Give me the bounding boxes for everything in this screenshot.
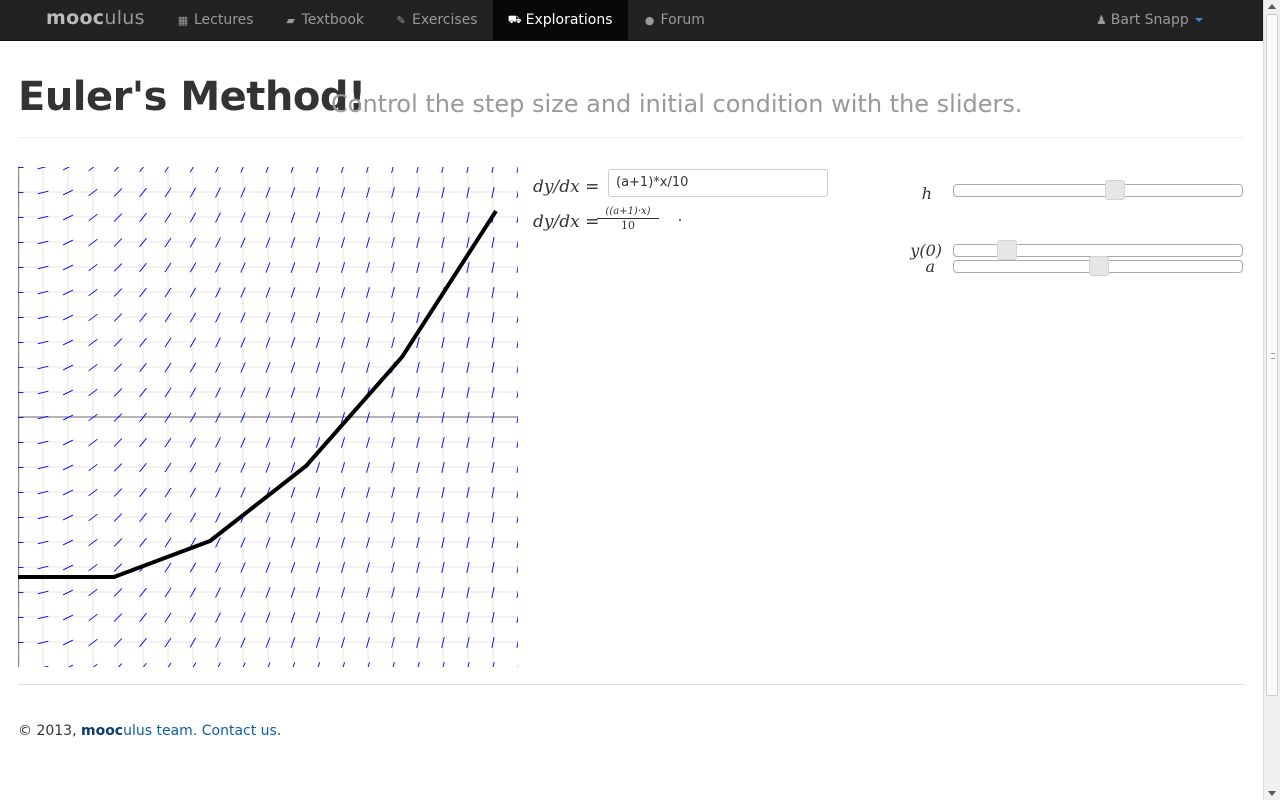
slope-field-graph[interactable] xyxy=(18,167,518,667)
equation-input[interactable]: (a+1)*x/10 xyxy=(608,169,828,197)
slider-h-label: h xyxy=(921,184,932,203)
contact-link[interactable]: Contact us. xyxy=(202,723,282,739)
grip-icon xyxy=(1271,353,1275,359)
footer-brand-bold: mooc xyxy=(80,723,124,739)
brand-logo[interactable]: mooculus xyxy=(46,7,145,29)
euler-path xyxy=(18,209,498,579)
main-nav: ▦ Lectures ▰ Textbook ✎ Exercises ⛟ Expl… xyxy=(161,0,720,40)
user-name: Bart Snapp xyxy=(1110,12,1189,28)
footer-divider xyxy=(18,684,1243,685)
nav-explorations-label: Explorations xyxy=(525,12,613,28)
nav-lectures[interactable]: ▦ Lectures xyxy=(161,0,269,40)
render-dot xyxy=(679,219,681,221)
rendered-equation-label: dy/dx = xyxy=(533,212,600,232)
caret-down-icon xyxy=(1194,18,1203,22)
comments-icon: ● xyxy=(644,13,655,27)
slider-h-handle[interactable] xyxy=(1105,180,1126,200)
film-icon: ▦ xyxy=(177,13,189,27)
slope-field xyxy=(18,167,518,667)
book-icon: ▰ xyxy=(286,13,295,27)
footer-brand-link[interactable]: mooculus xyxy=(81,723,152,739)
footer-brand-rest: ulus xyxy=(123,723,153,739)
footer-team-text: team. xyxy=(152,723,198,739)
slider-a-handle[interactable] xyxy=(1089,256,1109,276)
brand-bold: mooc xyxy=(46,7,105,29)
slider-a[interactable] xyxy=(953,256,1243,276)
nav-explorations[interactable]: ⛟ Explorations xyxy=(492,0,628,40)
fraction-numerator: ((a+1)·x) xyxy=(597,206,659,219)
slider-h[interactable] xyxy=(953,180,1243,200)
nav-textbook-label: Textbook xyxy=(301,12,365,28)
user-menu[interactable]: ♟ Bart Snapp xyxy=(1096,0,1203,40)
equation-label: dy/dx = xyxy=(533,177,600,197)
rendered-equation-fraction: ((a+1)·x) 10 xyxy=(597,206,659,232)
footer-copyright: © 2013, xyxy=(18,723,81,739)
scroll-down-icon[interactable] xyxy=(1268,791,1276,796)
pencil-icon: ✎ xyxy=(396,13,406,27)
nav-lectures-label: Lectures xyxy=(194,12,254,28)
fraction-denominator: 10 xyxy=(621,219,635,232)
page-title: Euler's Method! xyxy=(18,74,366,120)
nav-forum-label: Forum xyxy=(660,12,705,28)
nav-forum[interactable]: ● Forum xyxy=(628,0,720,40)
page-header: Euler's Method! Control the step size an… xyxy=(18,74,1243,138)
truck-icon: ⛟ xyxy=(507,12,522,26)
top-navbar: mooculus ▦ Lectures ▰ Textbook ✎ Exercis… xyxy=(0,0,1263,41)
nav-textbook[interactable]: ▰ Textbook xyxy=(269,0,379,40)
nav-exercises-label: Exercises xyxy=(412,12,478,28)
slope-segment xyxy=(517,665,518,667)
slope-segment xyxy=(516,167,518,173)
nav-exercises[interactable]: ✎ Exercises xyxy=(379,0,493,40)
vertical-scrollbar[interactable] xyxy=(1263,0,1280,800)
footer: © 2013, mooculus team. Contact us. xyxy=(18,723,281,739)
scrollbar-thumb[interactable] xyxy=(1266,14,1278,696)
scroll-up-icon[interactable] xyxy=(1268,4,1276,9)
page-subtitle: Control the step size and initial condit… xyxy=(331,90,1023,118)
slider-a-label: a xyxy=(925,257,935,276)
brand-rest: ulus xyxy=(104,7,145,29)
user-icon: ♟ xyxy=(1096,13,1107,27)
slider-y0-handle[interactable] xyxy=(997,240,1018,260)
